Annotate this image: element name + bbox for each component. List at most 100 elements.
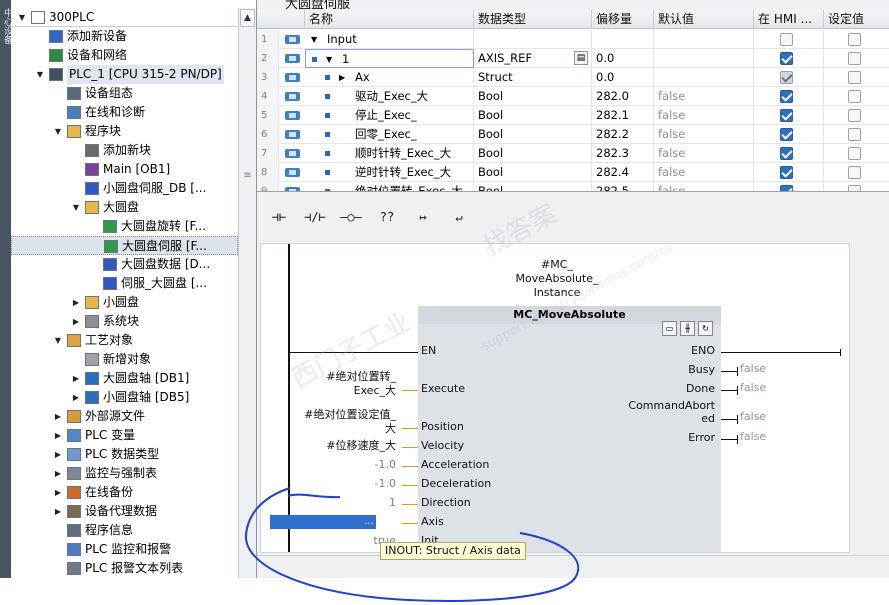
hmi-visible-checkbox[interactable] — [780, 147, 793, 160]
tree-item[interactable]: ▼ 大圆盘 — [11, 198, 238, 217]
empty-box-button[interactable]: ?? — [373, 204, 401, 230]
expand-right-icon[interactable]: ▶ — [53, 464, 63, 483]
output-pin-busy[interactable]: Busy — [688, 363, 715, 376]
datatype-cell[interactable]: Bool — [474, 125, 592, 144]
setpoint-checkbox[interactable] — [848, 52, 861, 65]
tree-item[interactable]: 大圆盘数据 [D... — [11, 255, 238, 274]
input-pin-velocity[interactable]: Velocity — [421, 439, 464, 452]
tree-item[interactable]: ▶ PLC 变量 — [11, 426, 238, 445]
tree-item[interactable]: ▶ 小圆盘 — [11, 293, 238, 312]
scroll-up-button[interactable]: ▲ — [240, 9, 255, 27]
hmi-visible-checkbox[interactable] — [780, 185, 793, 191]
hmi-visible-checkbox[interactable] — [780, 71, 793, 84]
expand-down-icon[interactable]: ▼ — [53, 331, 63, 350]
expand-right-icon[interactable]: ▶ — [71, 388, 81, 407]
variable-name-cell[interactable]: 顺时针转_Exec_大 — [305, 144, 474, 163]
tree-item[interactable]: 设备组态 — [11, 84, 238, 103]
close-branch-button[interactable]: ↵ — [445, 204, 473, 230]
open-branch-button[interactable]: ↦ — [409, 204, 437, 230]
datatype-picker-icon[interactable]: ▤ — [574, 51, 588, 65]
interface-row[interactable]: 3 ▶ Ax Struct 0.0 — [257, 68, 889, 87]
expand-icon[interactable]: ▶ — [339, 68, 345, 87]
block-tools-icon[interactable]: ╫ — [680, 321, 695, 336]
header-hmi[interactable]: 在 HMI ... — [754, 10, 824, 29]
input-pin-position[interactable]: Position — [421, 420, 464, 433]
tree-item[interactable]: 添加新设备 — [11, 27, 238, 46]
default-value-cell[interactable] — [654, 68, 754, 87]
hmi-visible-checkbox[interactable] — [780, 128, 793, 141]
hmi-visible-checkbox[interactable] — [780, 166, 793, 179]
left-side-tab-strip[interactable]: 中心设备 — [0, 0, 12, 578]
default-value-cell[interactable]: false — [654, 144, 754, 163]
input-pin-direction[interactable]: Direction — [421, 496, 471, 509]
hmi-visible-checkbox[interactable] — [780, 109, 793, 122]
tree-item[interactable]: ▶ 外部源文件 — [11, 407, 238, 426]
datatype-cell[interactable]: Bool — [474, 106, 592, 125]
input-pin-acceleration[interactable]: Acceleration — [421, 458, 489, 471]
expand-down-icon[interactable]: ▼ — [71, 198, 81, 217]
tree-item[interactable]: ▼ PLC_1 [CPU 315-2 PN/DP] — [11, 65, 238, 84]
expand-right-icon[interactable]: ▶ — [53, 483, 63, 502]
header-name[interactable]: 名称 — [305, 10, 474, 29]
setpoint-checkbox[interactable] — [848, 185, 861, 191]
axis-parameter-field[interactable]: ... — [270, 515, 376, 529]
interface-row[interactable]: 1 ▼ Input — [257, 30, 889, 49]
interface-row[interactable]: 9 绝对位置转_Exec_大 Bool 282.5 false — [257, 182, 889, 191]
tree-item[interactable]: ▼ 300PLC — [11, 8, 238, 27]
header-default[interactable]: 默认值 — [654, 10, 754, 29]
input-pin-deceleration[interactable]: Deceleration — [421, 477, 491, 490]
tree-item[interactable]: ▶ 大圆盘轴 [DB1] — [11, 369, 238, 388]
interface-row[interactable]: 5 停止_Exec_ Bool 282.1 false — [257, 106, 889, 125]
setpoint-checkbox[interactable] — [848, 147, 861, 160]
expand-right-icon[interactable]: ▶ — [71, 293, 81, 312]
variable-name-cell[interactable]: ▼ 1 — [305, 49, 474, 68]
variable-name-cell[interactable]: ▼ Input — [305, 30, 474, 49]
expand-right-icon[interactable]: ▶ — [53, 502, 63, 521]
variable-name-cell[interactable]: 绝对位置转_Exec_大 — [305, 182, 474, 191]
instance-db-label[interactable]: #MC_ MoveAbsolute_ Instance — [487, 258, 627, 300]
variable-name-cell[interactable]: ▶ Ax — [305, 68, 474, 87]
datatype-cell[interactable] — [474, 30, 592, 49]
tree-item[interactable]: ▶ 在线备份 — [11, 483, 238, 502]
hmi-visible-checkbox[interactable] — [780, 33, 793, 46]
tree-item[interactable]: 程序信息 — [11, 521, 238, 540]
setpoint-checkbox[interactable] — [848, 33, 861, 46]
tree-item[interactable]: Main [OB1] — [11, 160, 238, 179]
tree-item[interactable]: PLC 报警文本列表 — [11, 559, 238, 578]
default-value-cell[interactable]: false — [654, 182, 754, 191]
tree-item[interactable]: 新增对象 — [11, 350, 238, 369]
output-pin-error[interactable]: Error — [688, 431, 715, 444]
tree-item[interactable]: ▼ 工艺对象 — [11, 331, 238, 350]
no-contact-button[interactable]: ⊣⊢ — [265, 204, 293, 230]
block-diagnostic-icon[interactable]: ↻ — [698, 321, 713, 336]
setpoint-checkbox[interactable] — [848, 166, 861, 179]
variable-name-cell[interactable]: 逆时针转_Exec_大 — [305, 163, 474, 182]
variable-name-cell[interactable]: 回零_Exec_ — [305, 125, 474, 144]
collapse-icon[interactable]: ▼ — [311, 30, 317, 49]
default-value-cell[interactable] — [654, 30, 754, 49]
tree-item[interactable]: PLC 监控和报警 — [11, 540, 238, 559]
default-value-cell[interactable] — [654, 49, 754, 68]
collapse-icon[interactable]: ▼ — [326, 50, 332, 67]
block-config-icon[interactable]: ▭ — [662, 321, 677, 336]
default-value-cell[interactable]: false — [654, 163, 754, 182]
expand-right-icon[interactable]: ▶ — [53, 445, 63, 464]
setpoint-checkbox[interactable] — [848, 128, 861, 141]
default-value-cell[interactable]: false — [654, 125, 754, 144]
default-value-cell[interactable]: false — [654, 106, 754, 125]
tree-item[interactable]: ▶ 系统块 — [11, 312, 238, 331]
expand-down-icon[interactable]: ▼ — [17, 8, 27, 27]
hmi-visible-checkbox[interactable] — [780, 52, 793, 65]
expand-right-icon[interactable]: ▶ — [71, 369, 81, 388]
tree-item[interactable]: 设备和网络 — [11, 46, 238, 65]
tree-item[interactable]: 小圆盘伺服_DB [... — [11, 179, 238, 198]
header-setpoint[interactable]: 设定值 — [824, 10, 889, 29]
datatype-cell[interactable]: Bool — [474, 144, 592, 163]
tree-item[interactable]: ▼ 程序块 — [11, 122, 238, 141]
input-pin-execute[interactable]: Execute — [421, 382, 465, 395]
datatype-cell[interactable]: Bool — [474, 87, 592, 106]
header-datatype[interactable]: 数据类型 — [474, 10, 592, 29]
tree-item[interactable]: ▶ 设备代理数据 — [11, 502, 238, 521]
output-pin-done[interactable]: Done — [686, 382, 715, 395]
datatype-cell[interactable]: Struct — [474, 68, 592, 87]
